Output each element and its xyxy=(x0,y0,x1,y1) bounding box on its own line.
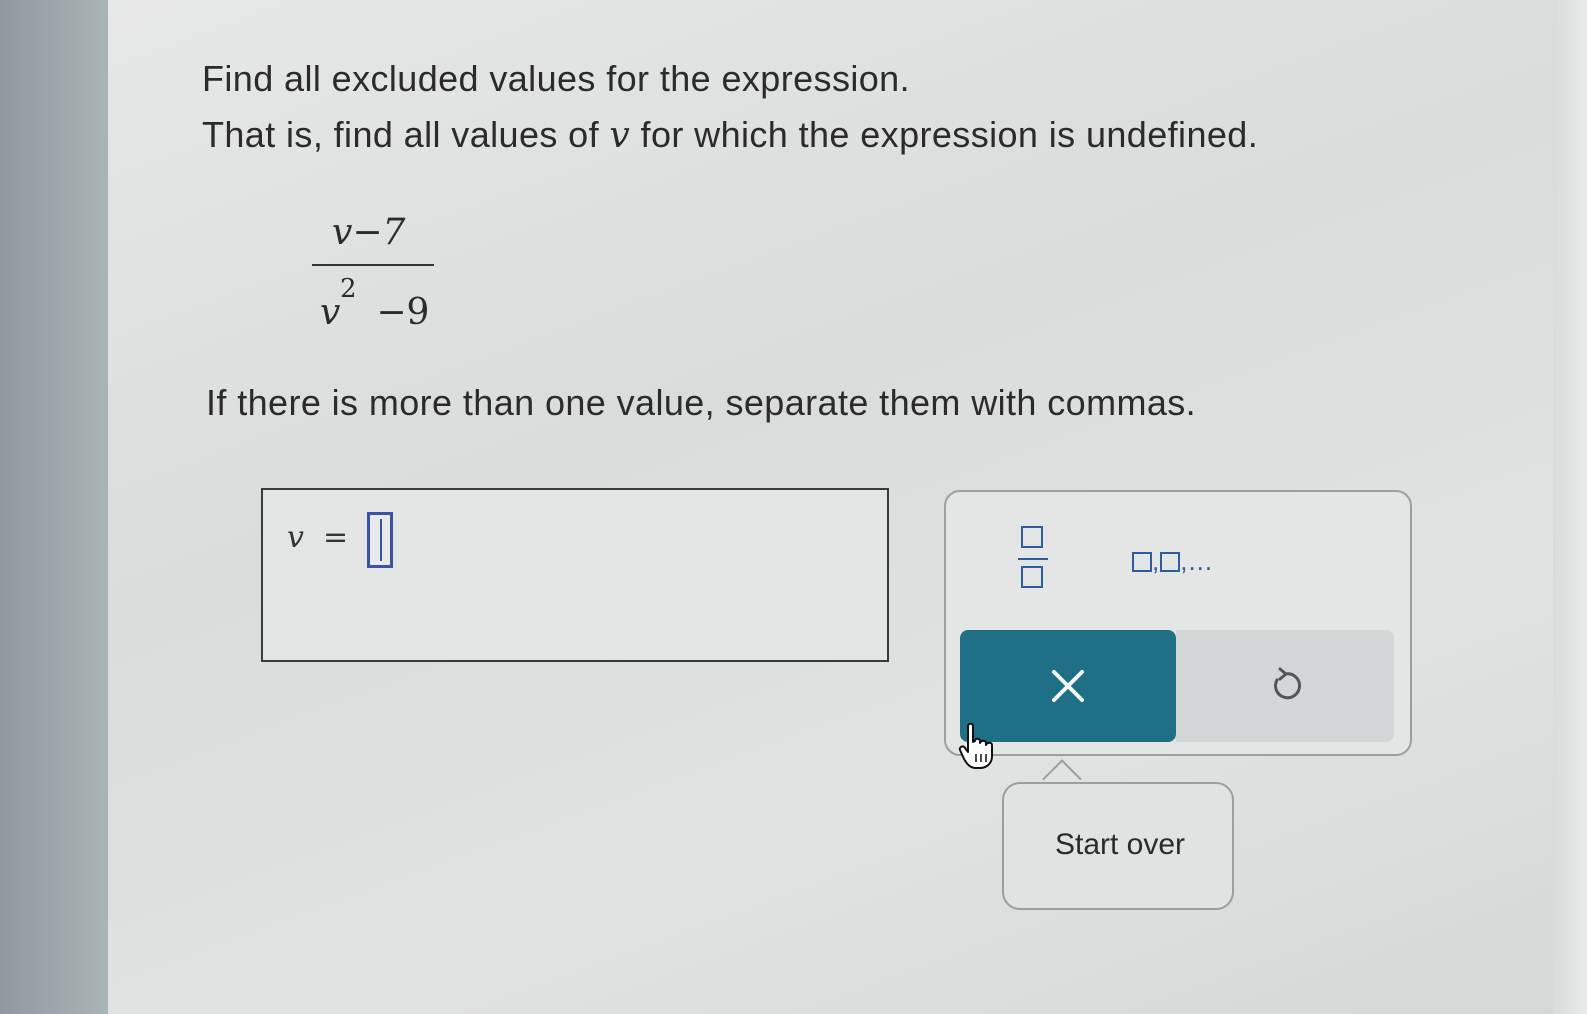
question-line-2: That is, find all values of v for which … xyxy=(202,114,1258,156)
start-over-tooltip: Start over xyxy=(1002,782,1234,910)
tooltip-text: Start over xyxy=(1054,828,1186,861)
answer-area[interactable]: v = xyxy=(261,488,889,662)
fraction-tool-button[interactable] xyxy=(1018,526,1048,596)
math-toolbar: ,,... xyxy=(944,490,1412,756)
expression-numerator: v−7 xyxy=(332,212,406,253)
hand-pointer-icon xyxy=(958,722,993,769)
instruction-text: If there is more than one value, separat… xyxy=(206,382,1197,423)
question-line-1: Find all excluded values for the express… xyxy=(202,58,910,99)
fraction-line-icon xyxy=(1018,558,1048,560)
answer-equals: = xyxy=(323,520,349,555)
fraction-numerator-box-icon xyxy=(1021,526,1043,548)
rational-expression: v−7 v −9 2 xyxy=(312,206,436,336)
question-line-2-suffix: for which the expression is undefined. xyxy=(630,114,1259,155)
list-tool-button[interactable]: ,,... xyxy=(1132,546,1213,577)
left-bezel xyxy=(0,0,108,1014)
right-edge xyxy=(1553,0,1587,1014)
undo-icon xyxy=(1274,667,1301,700)
close-icon xyxy=(1052,670,1084,702)
denominator-base: v xyxy=(320,292,341,333)
list-tool-suffix: ,... xyxy=(1180,546,1214,576)
expression-denominator: v −9 xyxy=(320,292,429,333)
fraction-bar xyxy=(312,264,434,266)
undo-button[interactable] xyxy=(1176,630,1394,742)
fraction-denominator-box-icon xyxy=(1021,566,1043,588)
answer-input[interactable] xyxy=(367,512,393,568)
denominator-rest: −9 xyxy=(376,292,430,333)
question-variable: v xyxy=(609,115,631,156)
question-line-2-prefix: That is, find all values of xyxy=(202,114,610,155)
list-box-icon xyxy=(1160,552,1181,572)
answer-variable: v xyxy=(287,520,304,555)
denominator-exponent: 2 xyxy=(340,274,357,304)
list-box-icon xyxy=(1132,552,1152,572)
